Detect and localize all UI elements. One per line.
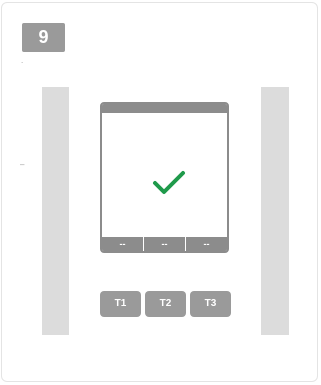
left-mark: – (20, 160, 25, 169)
readout-slot-3: -- (203, 239, 210, 249)
readout-slot-2: -- (144, 237, 186, 251)
step-number-badge: 9 (22, 23, 65, 52)
step-card: 9 . – -- -- -- T1 T2 T3 (1, 2, 318, 382)
device-panel: -- -- -- T1 T2 T3 (42, 87, 289, 335)
device-face: -- -- -- T1 T2 T3 (69, 87, 261, 335)
screen-footer: -- -- -- (102, 237, 227, 251)
t3-button[interactable]: T3 (190, 291, 231, 317)
button-row: T1 T2 T3 (100, 291, 231, 317)
t1-button[interactable]: T1 (100, 291, 141, 317)
t2-button[interactable]: T2 (145, 291, 186, 317)
screen-header (102, 104, 227, 113)
checkmark-icon (153, 171, 185, 194)
readout-slot-1: -- (102, 237, 144, 251)
top-mark: . (21, 56, 24, 65)
device-screen: -- -- -- (100, 102, 229, 253)
